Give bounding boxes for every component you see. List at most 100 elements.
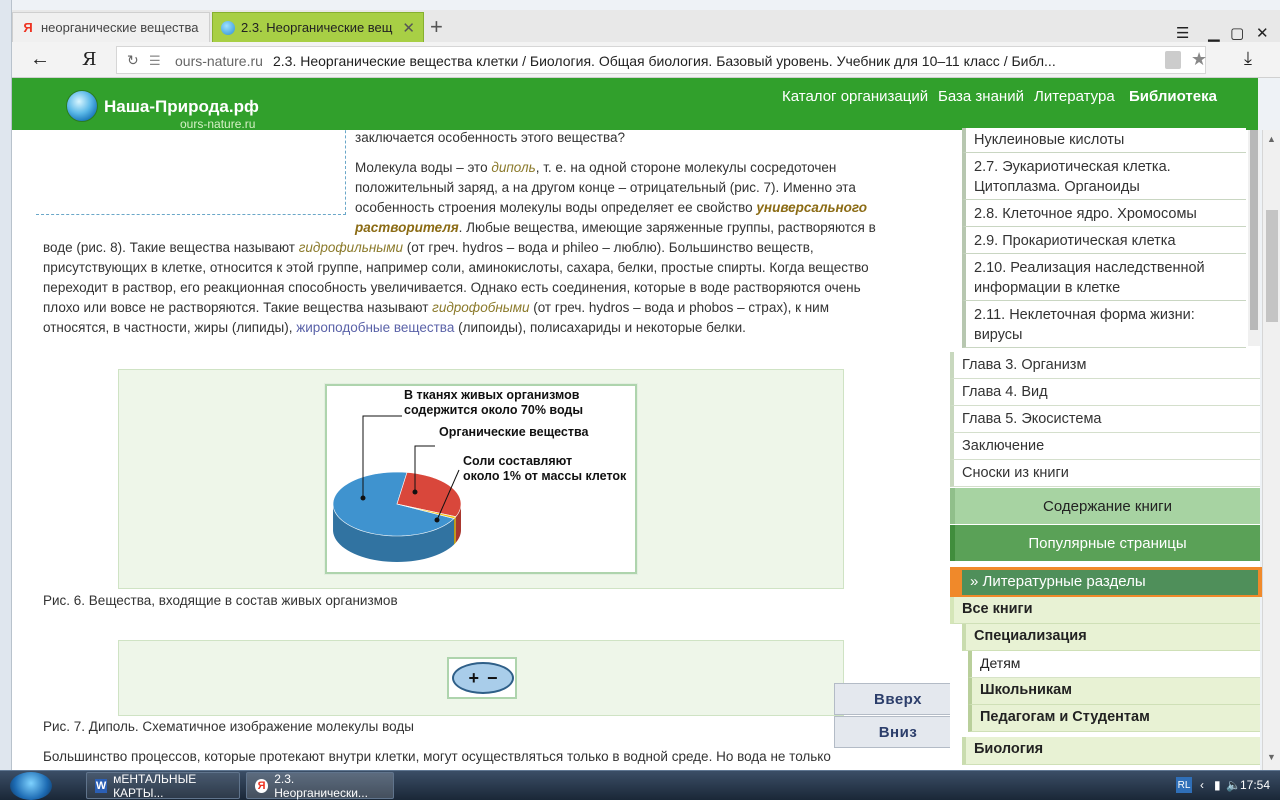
- taskbar-item-label: мЕНТАЛЬНЫЕ КАРТЫ...: [113, 771, 197, 800]
- tab-title: неорганические вещества к: [41, 20, 201, 35]
- scroll-up-arrow-icon[interactable]: ▲: [1267, 134, 1276, 144]
- lock-icon[interactable]: [1165, 51, 1181, 69]
- sidebar-item-2-8[interactable]: 2.8. Клеточное ядро. Хромосомы: [962, 200, 1246, 227]
- plus-sign: +: [468, 667, 479, 688]
- pie-leader-dot: [434, 517, 440, 523]
- sidebar-item-nucleic[interactable]: Нуклеиновые кислоты: [962, 128, 1246, 153]
- sidebar-item-2-7[interactable]: 2.7. Эукариотическая клетка. Цитоплазма.…: [962, 153, 1246, 200]
- scroll-down-arrow-icon[interactable]: ▼: [1267, 752, 1276, 762]
- sidebar-teachers[interactable]: Педагогам и Студентам: [968, 705, 1260, 732]
- paragraph-line: присутствующих в клетке, относится к это…: [43, 260, 869, 275]
- globe-icon: [221, 20, 235, 35]
- scroll-up-button[interactable]: Вверх: [834, 683, 962, 715]
- taskbar-item-label: 2.3. Неорганически...: [274, 771, 368, 800]
- pie-label-water: В тканях живых организмов содержится око…: [404, 388, 584, 417]
- pie-slice-side: [454, 516, 456, 545]
- sidebar-item-2-9[interactable]: 2.9. Прокариотическая клетка: [962, 227, 1246, 254]
- url-field[interactable]: ↻ ☰ ours-nature.ru 2.3. Неорганические в…: [116, 46, 1207, 74]
- sidebar-chapter-5[interactable]: Глава 5. Экосистема: [950, 406, 1260, 433]
- tab-ours-nature[interactable]: 2.3. Неорганические вещ ✕: [212, 12, 424, 42]
- sidebar-biology[interactable]: Биология: [962, 737, 1260, 765]
- scroll-down-button[interactable]: Вниз: [834, 716, 962, 748]
- close-window-icon[interactable]: ✕: [1256, 24, 1269, 42]
- site-logo[interactable]: Наша-Природа.рф: [104, 97, 259, 117]
- start-button[interactable]: [10, 772, 52, 800]
- yandex-home-button[interactable]: Я: [82, 49, 97, 70]
- image-placeholder-frame: [36, 130, 346, 215]
- new-tab-button[interactable]: +: [430, 16, 443, 38]
- paragraph-line: Большинство процессов, которые протекают…: [43, 749, 831, 764]
- url-domain: ours-nature.ru: [175, 53, 263, 69]
- yandex-icon: Я: [23, 20, 33, 35]
- taskbar-browser[interactable]: Я 2.3. Неорганически...: [246, 771, 394, 800]
- sidebar-item-2-10[interactable]: 2.10. Реализация наследственной информац…: [962, 254, 1246, 301]
- close-tab-icon[interactable]: ✕: [402, 19, 415, 37]
- clock[interactable]: 17:54: [1240, 778, 1270, 792]
- site-logo-subtitle: ours-nature.ru: [180, 117, 256, 131]
- dipole-frame: + −: [447, 657, 517, 699]
- tab-title: 2.3. Неорганические вещ: [241, 20, 393, 35]
- text: Молекула воды – это: [355, 160, 492, 175]
- url-page-title: 2.3. Неорганические вещества клетки / Би…: [273, 53, 1056, 69]
- sidebar-all-books[interactable]: Все книги: [950, 597, 1260, 624]
- sidebar-inner-scrollbar[interactable]: [1248, 130, 1260, 346]
- pie-label-salts: Соли составляют около 1% от массы клеток: [463, 454, 627, 483]
- sidebar-inner-scroll-thumb[interactable]: [1250, 130, 1258, 330]
- text: (от греч. hydros – вода и phileo – люблю…: [403, 240, 814, 255]
- paragraph-line: воде (рис. 8). Такие вещества называют г…: [43, 238, 814, 258]
- minus-sign: −: [487, 667, 498, 688]
- site-header: Наша-Природа.рф ours-nature.ru Каталог о…: [12, 78, 1258, 131]
- paragraph-line: относятся, в частности, жиры (липиды), ж…: [43, 318, 746, 338]
- literature-sections-header[interactable]: » Литературные разделы: [962, 570, 1258, 595]
- sidebar-children[interactable]: Детям: [968, 651, 1260, 678]
- nav-literature[interactable]: Литература: [1034, 88, 1115, 105]
- book-contents-button[interactable]: Содержание книги: [950, 488, 1260, 524]
- language-indicator[interactable]: RL: [1176, 777, 1192, 793]
- figure-7-caption: Рис. 7. Диполь. Схематичное изображение …: [43, 719, 414, 734]
- sidebar-chapter-4[interactable]: Глава 4. Вид: [950, 379, 1260, 406]
- network-icon[interactable]: ▮: [1214, 778, 1221, 792]
- nav-knowledge[interactable]: База знаний: [938, 88, 1024, 105]
- download-icon[interactable]: ⤓: [1244, 48, 1252, 69]
- text: воде (рис. 8). Такие вещества называют: [43, 240, 299, 255]
- reload-icon[interactable]: ↻: [127, 52, 139, 69]
- nav-library[interactable]: Библиотека: [1129, 88, 1217, 105]
- paragraph-line: растворителя. Любые вещества, имеющие за…: [355, 218, 876, 238]
- term-universal: универсального: [756, 200, 867, 215]
- paragraph-line: особенность строения молекулы воды опред…: [355, 198, 867, 218]
- bookmark-star-icon[interactable]: ★: [1191, 49, 1207, 70]
- sidebar-conclusion[interactable]: Заключение: [950, 433, 1260, 460]
- sidebar-chapter-3[interactable]: Глава 3. Организм: [950, 352, 1260, 379]
- paragraph-line: положительный заряд, а на другом конце –…: [355, 180, 856, 195]
- figure-6-caption: Рис. 6. Вещества, входящие в состав живы…: [43, 593, 398, 608]
- popular-pages-button[interactable]: Популярные страницы: [950, 525, 1260, 561]
- reader-icon[interactable]: ☰: [149, 53, 161, 69]
- nav-catalog[interactable]: Каталог организаций: [782, 88, 928, 105]
- text: относятся, в частности, жиры (липиды),: [43, 320, 297, 335]
- lipoid-link[interactable]: жироподобные вещества: [296, 320, 454, 335]
- taskbar-word[interactable]: W мЕНТАЛЬНЫЕ КАРТЫ...: [86, 771, 240, 800]
- figure-7-box: + −: [118, 640, 844, 716]
- back-arrow-icon[interactable]: ←: [30, 48, 50, 71]
- minimize-icon[interactable]: ▁: [1208, 24, 1220, 42]
- sidebar-item-2-11[interactable]: 2.11. Неклеточная форма жизни: вирусы: [962, 301, 1246, 348]
- logo-globe-icon[interactable]: [66, 90, 98, 122]
- address-bar: ← Я ↻ ☰ ours-nature.ru 2.3. Неорганическ…: [12, 42, 1280, 78]
- paragraph-line: плохо или вовсе не растворяются. Такие в…: [43, 298, 829, 318]
- term-hydrophobic: гидрофобными: [432, 300, 530, 315]
- paragraph-line: Молекула воды – это диполь, т. е. на одн…: [355, 158, 836, 178]
- sidebar-specialization[interactable]: Специализация: [962, 624, 1260, 651]
- background-window-strip: [0, 0, 12, 770]
- dipole-molecule: + −: [452, 662, 514, 694]
- menu-icon[interactable]: ☰: [1176, 24, 1189, 42]
- maximize-icon[interactable]: ▢: [1230, 24, 1244, 42]
- tab-search[interactable]: Я неорганические вещества к: [12, 12, 210, 42]
- sidebar-footnotes[interactable]: Сноски из книги: [950, 460, 1260, 487]
- pie-chart-frame: В тканях живых организмов содержится око…: [325, 384, 637, 574]
- volume-icon[interactable]: 🔈: [1226, 778, 1241, 792]
- tray-arrow-icon[interactable]: ‹: [1200, 778, 1204, 792]
- page-scroll-thumb[interactable]: [1266, 210, 1278, 322]
- page-scrollbar[interactable]: ▲ ▼: [1262, 130, 1280, 770]
- article-content: заключается особенность этого вещества? …: [12, 130, 950, 770]
- sidebar-schoolkids[interactable]: Школьникам: [968, 678, 1260, 705]
